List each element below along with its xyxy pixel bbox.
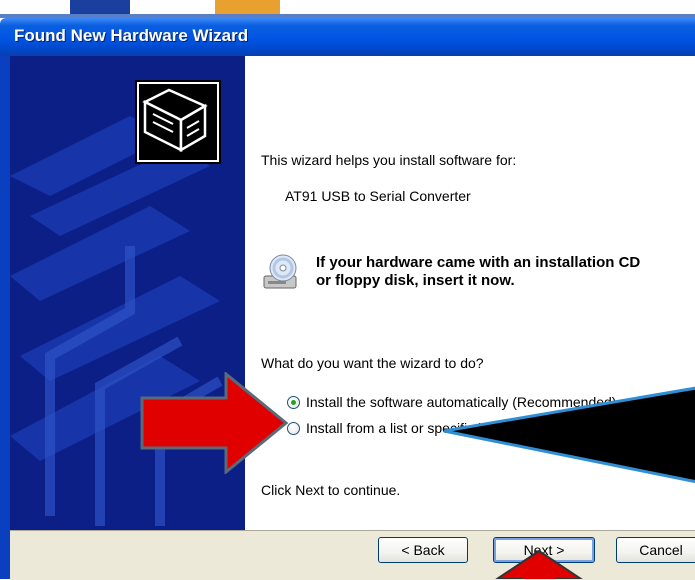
background-window-fragment bbox=[70, 0, 130, 14]
continue-hint: Click Next to continue. bbox=[261, 482, 401, 498]
red-up-arrow-annotation bbox=[495, 549, 583, 579]
device-name: AT91 USB to Serial Converter bbox=[285, 188, 471, 204]
window-title: Found New Hardware Wizard bbox=[14, 26, 249, 45]
cd-notice-line1: If your hardware came with an installati… bbox=[316, 254, 641, 271]
background-strip bbox=[0, 0, 695, 18]
question-text: What do you want the wizard to do? bbox=[261, 355, 484, 371]
back-button[interactable]: < Back bbox=[378, 537, 468, 563]
window-frame bbox=[0, 56, 10, 579]
cd-drive-icon bbox=[262, 252, 302, 292]
title-bar[interactable]: Found New Hardware Wizard bbox=[0, 18, 695, 56]
black-callout-annotation bbox=[443, 386, 695, 484]
cancel-button[interactable]: Cancel bbox=[616, 537, 695, 563]
background-window-fragment bbox=[215, 0, 280, 14]
hardware-wizard-icon bbox=[135, 80, 221, 164]
radio-selected-dot bbox=[291, 400, 296, 405]
red-arrow-annotation bbox=[140, 372, 289, 474]
cd-notice-line2: or floppy disk, insert it now. bbox=[316, 272, 515, 289]
intro-text: This wizard helps you install software f… bbox=[261, 152, 517, 168]
